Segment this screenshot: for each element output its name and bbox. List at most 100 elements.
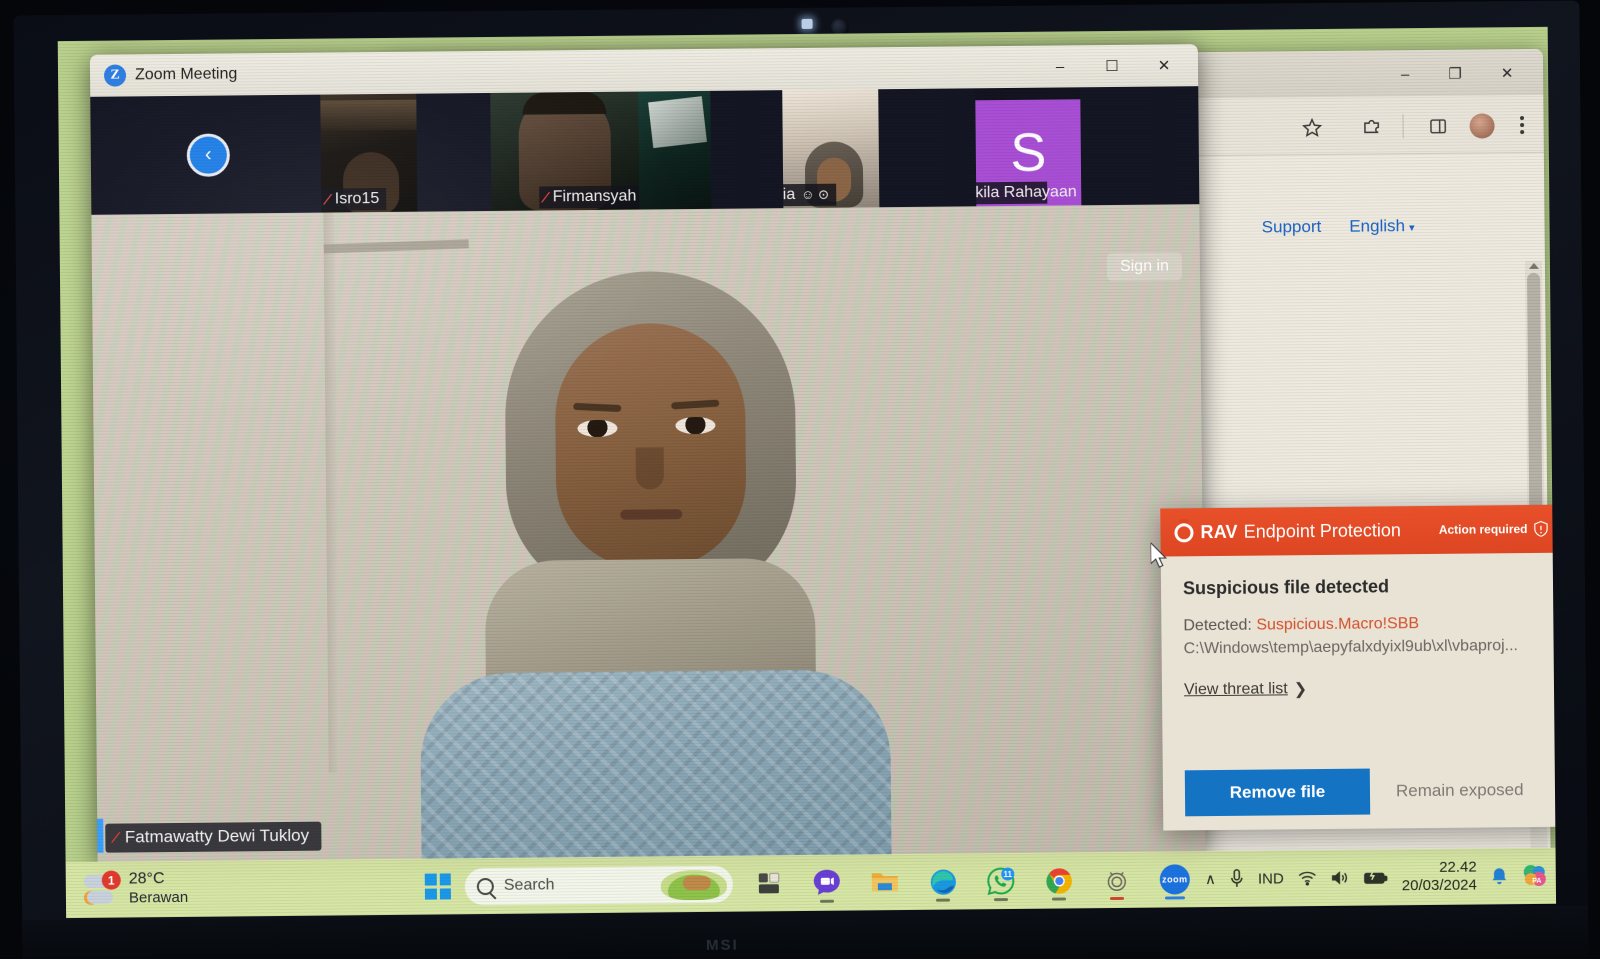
mute-icon: ∕ [325,191,330,209]
microsoft-edge-icon[interactable] [921,859,965,903]
widgets-icon[interactable] [747,861,791,905]
browser-minimize-button[interactable]: – [1385,62,1425,86]
scroll-up-arrow-icon[interactable] [1528,262,1539,270]
search-placeholder: Search [503,876,555,894]
face [554,322,747,570]
profile-avatar[interactable] [1467,111,1495,139]
notification-badge: 1 [101,870,121,891]
volume-icon[interactable] [1331,870,1350,886]
language-label: English [1349,216,1406,236]
remove-file-button[interactable]: Remove file [1184,768,1371,817]
zoom-window-title: Zoom Meeting [134,65,238,84]
participant-video-extra [638,90,712,210]
weather-temperature: 28°C [128,870,165,888]
rav-threat-name: Suspicious.Macro!SBB [1256,615,1420,634]
fabric-pattern [419,669,893,863]
participant-name: Faria [782,186,796,204]
laptop-brand-logo: MSI [706,936,739,954]
taskbar-clock[interactable]: 22.42 20/03/2024 [1402,859,1477,896]
remain-exposed-button[interactable]: Remain exposed [1396,780,1524,801]
search-input[interactable]: Search [464,865,734,905]
participant-name-bar: ∕ Sakila Rahayaan [975,181,1077,205]
svg-text:11: 11 [1003,870,1012,879]
participant-tile[interactable]: ∕ Firmansyah rabrusun [490,91,640,211]
system-tray: ∧ IND 22.42 20/03/2024 PA [1205,848,1548,907]
zoom-minimize-button[interactable]: – [1034,45,1086,87]
toolbar-divider [1402,114,1404,139]
participant-name-bar: ∕ Firmansyah rabrusun [539,185,640,209]
svg-text:PA: PA [1532,878,1541,885]
browser-maximize-button[interactable]: ❐ [1435,62,1475,86]
taskbar-center-group: Search 11 zoom [424,857,1197,908]
pa-app-icon[interactable]: PA [1522,864,1548,888]
rav-status-badge: Action required [1439,520,1549,538]
bell-icon[interactable] [1491,867,1508,886]
view-threat-list-label: View threat list [1183,680,1288,699]
active-indicator [935,898,951,902]
participant-tile[interactable]: ∕ Faria ☺ ⊙ [782,89,880,209]
participant-tile[interactable]: ∕ Isro15 [320,93,418,213]
zoom-maximize-button[interactable]: ☐ [1086,45,1138,87]
clock-icon[interactable] [1095,858,1139,902]
mouth [620,509,683,520]
search-illustration-detail [682,875,711,890]
rav-popup-actions: Remove file Remain exposed [1163,767,1556,817]
zoom-logo-icon: Z [103,64,127,87]
language-selector[interactable]: English ▾ [1349,216,1414,237]
photograph-of-laptop-screen: – ❐ ✕ Support English ▾ Z Zoom Meeting –… [0,0,1600,959]
rav-headline: Suspicious file detected [1182,576,1390,599]
more-menu-icon[interactable] [1507,111,1535,139]
weather-widget[interactable]: 1 28°C Berawan [83,869,189,909]
participant-tile[interactable]: S ∕ Sakila Rahayaan [975,87,1082,207]
extensions-icon[interactable] [1357,112,1385,140]
chevron-down-icon: ▾ [1408,222,1415,235]
zoom-meeting-window[interactable]: Z Zoom Meeting – ☐ ✕ ‹ ∕ Isro15 ∕ Firman… [89,44,1206,863]
mute-icon: ∕ [113,829,118,847]
sign-in-button[interactable]: Sign in [1106,252,1183,282]
speaker-person [386,269,912,863]
support-link[interactable]: Support [1262,217,1322,238]
star-icon[interactable] [1297,113,1325,141]
participant-name-bar: ∕ Faria ☺ ⊙ [782,183,837,207]
zoom-chat-icon[interactable] [805,861,849,905]
shield-icon [1534,520,1548,537]
rav-popup-header: RAV Endpoint Protection Action required [1160,504,1557,557]
chevron-right-icon: ❯ [1293,681,1308,699]
active-indicator [1051,897,1067,901]
nose [635,447,665,490]
view-threat-list-link[interactable]: View threat list ❯ [1184,680,1307,701]
zoom-icon[interactable]: zoom [1153,857,1197,901]
input-language-indicator[interactable]: IND [1258,870,1284,887]
participant-name: Firmansyah rabrusun [552,187,640,206]
filmstrip-previous-button[interactable]: ‹ [186,133,231,177]
rav-endpoint-protection-popup[interactable]: RAV Endpoint Protection Action required … [1160,504,1557,831]
active-speaker-name: Fatmawatty Dewi Tukloy [124,825,310,847]
zoom-close-button[interactable]: ✕ [1138,44,1190,86]
whatsapp-icon[interactable]: 11 [979,859,1023,903]
tray-overflow-icon[interactable]: ∧ [1205,870,1216,888]
browser-close-button[interactable]: ✕ [1487,61,1527,85]
participant-name-bar: ∕ Isro15 [321,187,387,211]
rav-detection-details: Detected: Suspicious.Macro!SBB C:\Window… [1183,611,1539,661]
clock-time: 22.42 [1439,858,1477,876]
file-explorer-icon[interactable] [863,860,907,904]
search-icon [476,877,494,895]
battery-charging-icon[interactable] [1364,870,1388,885]
wifi-icon[interactable] [1298,870,1317,886]
laptop-device: – ❐ ✕ Support English ▾ Z Zoom Meeting –… [13,0,1589,959]
webcam-led-icon [801,18,813,29]
participant-filmstrip: ‹ ∕ Isro15 ∕ Firmansyah Faria ☺ ⊙ S Saki… [90,86,1200,215]
active-speaker-video[interactable]: Sign in ∕ Fatmawatty Dewi Tukloy [91,204,1206,863]
start-button[interactable] [424,873,451,900]
active-indicator [819,899,835,903]
google-chrome-icon[interactable] [1037,858,1081,902]
active-indicator [993,898,1009,902]
side-panel-icon[interactable] [1423,112,1451,140]
laptop-screen: – ❐ ✕ Support English ▾ Z Zoom Meeting –… [57,26,1557,919]
participant-reaction-icons: ☺ ⊙ [801,186,830,202]
rav-brand-bold: RAV [1200,521,1238,542]
participant-name: Isro15 [334,190,380,208]
rav-brand-rest: Endpoint Protection [1243,519,1401,542]
rav-file-path: C:\Windows\temp\aepyfalxdyixl9ub\xl\vbap… [1183,637,1519,658]
microphone-icon[interactable] [1230,869,1244,889]
